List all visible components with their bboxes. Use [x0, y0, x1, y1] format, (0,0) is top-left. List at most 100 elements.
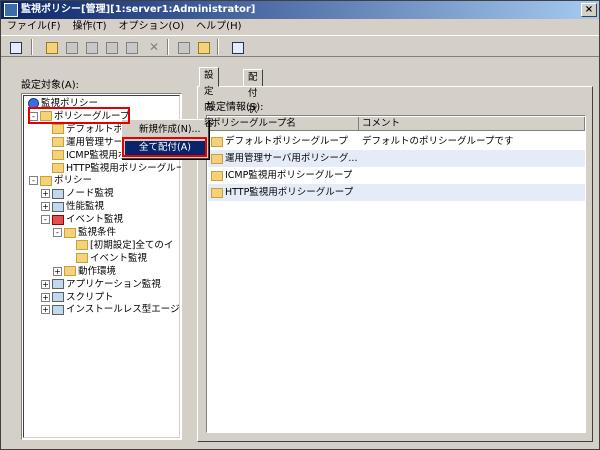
policy-group-icon: [211, 170, 223, 181]
agentless-icon: [52, 304, 64, 315]
tab-settings[interactable]: 設定内容: [199, 67, 219, 129]
cell-name: デフォルトポリシーグループ: [208, 133, 359, 150]
window-title: 監視ポリシー[管理][1:server1:Administrator]: [21, 4, 256, 15]
toolbar-distribute-button[interactable]: [195, 39, 211, 55]
policy-group-icon: [211, 153, 223, 164]
table-row[interactable]: デフォルトポリシーグループ デフォルトのポリシーグループです: [208, 133, 585, 150]
policy-icon: [52, 163, 64, 173]
cell-comment: デフォルトのポリシーグループです: [362, 136, 514, 147]
delete-icon: ✕: [148, 40, 160, 54]
tree-item-label: ノード監視: [66, 188, 114, 200]
policy-group-name: ICMP監視用ポリシーグループ: [225, 170, 353, 181]
expand-icon[interactable]: +: [41, 305, 50, 315]
tree-item[interactable]: HTTP監視用ポリシーグルー: [52, 162, 182, 175]
table-row[interactable]: 運用管理サーバ用ポリシーグ...: [208, 150, 585, 167]
tree-item[interactable]: + インストールレス型エージ: [41, 304, 180, 316]
toolbar: ✕: [1, 35, 599, 57]
tree-item[interactable]: + アプリケーション監視: [41, 278, 161, 291]
close-button[interactable]: ×: [581, 3, 597, 17]
tab-distribution-status[interactable]: 配付状況: [243, 69, 263, 131]
tree-item[interactable]: - 監視条件: [53, 227, 117, 239]
policy-group-name: 運用管理サーバ用ポリシーグ...: [225, 153, 358, 164]
app-icon: [4, 3, 18, 17]
tree-item-label: 動作環境: [78, 265, 117, 277]
menu-operation[interactable]: 操作(T): [67, 19, 113, 35]
toolbar-separator: [167, 39, 169, 55]
table-row[interactable]: HTTP監視用ポリシーグループ: [208, 184, 585, 201]
script-icon: [52, 292, 64, 302]
toolbar-save-button[interactable]: [103, 39, 119, 55]
menu-bar: ファイル(F) 操作(T) オプション(O) ヘルプ(H): [1, 19, 599, 35]
highlight-box-distribute-all: [122, 137, 207, 157]
tree-item-label: HTTP監視用ポリシーグルー: [66, 162, 182, 174]
policy-group-icon: [211, 136, 223, 147]
perf-icon: [52, 201, 64, 212]
tree-item[interactable]: - イベント監視: [41, 214, 124, 226]
folder-icon: [64, 266, 76, 277]
policy-group-icon: [211, 187, 223, 198]
tree-item-label: 監視条件: [78, 227, 117, 238]
tree-item[interactable]: イベント監視: [76, 253, 147, 265]
highlight-box-policy-group: [28, 107, 130, 124]
policy-icon: [52, 124, 64, 135]
context-item-new[interactable]: 新規作成(N)...: [125, 123, 205, 137]
toolbar-delete-button[interactable]: ✕: [145, 39, 161, 55]
menu-options[interactable]: オプション(O): [112, 19, 190, 35]
tree-item[interactable]: [初期設定]全てのイ: [76, 240, 173, 252]
toolbar-properties-button[interactable]: [229, 39, 245, 55]
policy-icon: [76, 253, 88, 264]
policy-icon: [52, 137, 64, 148]
collapse-icon[interactable]: -: [29, 176, 38, 186]
policy-group-list[interactable]: ポリシーグループ名 コメント デフォルトポリシーグループ デフォルトのポリシーグル…: [206, 115, 586, 433]
tree-label: 設定対象(A):: [21, 80, 80, 91]
print-icon: [178, 42, 190, 54]
folder-icon: [64, 227, 76, 238]
list-header: ポリシーグループ名 コメント: [208, 117, 585, 131]
tree-item[interactable]: + ノード監視: [41, 188, 114, 200]
tree-item[interactable]: + 性能監視: [41, 201, 105, 213]
expand-icon[interactable]: +: [41, 189, 50, 199]
table-row[interactable]: ICMP監視用ポリシーグループ: [208, 167, 585, 184]
save-icon: [106, 42, 118, 54]
collapse-icon[interactable]: -: [53, 228, 62, 237]
toolbar-copy-button[interactable]: [63, 39, 79, 55]
toolbar-separator: [217, 39, 219, 55]
copy-icon: [66, 42, 78, 54]
toolbar-paste-button[interactable]: [123, 39, 139, 55]
properties-icon: [232, 42, 244, 54]
expand-icon[interactable]: +: [41, 279, 50, 289]
policy-icon: [52, 150, 64, 161]
tree-item[interactable]: + 動作環境: [53, 265, 117, 278]
policy-icon: [76, 240, 88, 251]
new-icon: [46, 42, 58, 54]
toolbar-edit-button[interactable]: [83, 39, 99, 55]
menu-help[interactable]: ヘルプ(H): [190, 19, 247, 35]
collapse-icon[interactable]: -: [41, 215, 50, 225]
settings-info-label: 設定情報(S):: [206, 102, 264, 113]
tree-item-label: アプリケーション監視: [66, 278, 161, 290]
policy-group-name: HTTP監視用ポリシーグループ: [225, 187, 354, 198]
paste-icon: [126, 42, 138, 54]
tree-item[interactable]: + スクリプト: [41, 292, 114, 304]
column-header-comment[interactable]: コメント: [359, 117, 585, 131]
menu-file[interactable]: ファイル(F): [1, 19, 67, 35]
node-icon: [52, 188, 64, 199]
toolbar-exit-button[interactable]: [7, 39, 23, 55]
cell-name: ICMP監視用ポリシーグループ: [208, 167, 359, 184]
exit-icon: [10, 42, 22, 54]
toolbar-print-button[interactable]: [175, 39, 191, 55]
column-header-name[interactable]: ポリシーグループ名: [208, 117, 359, 131]
toolbar-separator: [31, 39, 33, 55]
tree-item-label: イベント監視: [66, 214, 124, 226]
expand-icon[interactable]: +: [53, 266, 62, 276]
cell-name: 運用管理サーバ用ポリシーグ...: [208, 150, 359, 167]
app-window: 監視ポリシー[管理][1:server1:Administrator] × ファ…: [0, 0, 600, 450]
expand-icon[interactable]: +: [41, 292, 50, 302]
toolbar-new-button[interactable]: [43, 39, 59, 55]
distribute-icon: [198, 42, 210, 54]
tree-item-label: 性能監視: [66, 201, 105, 213]
event-icon: [52, 214, 64, 225]
folder-icon: [40, 175, 52, 186]
tree-item[interactable]: - ポリシー: [29, 175, 92, 187]
expand-icon[interactable]: +: [41, 202, 50, 212]
